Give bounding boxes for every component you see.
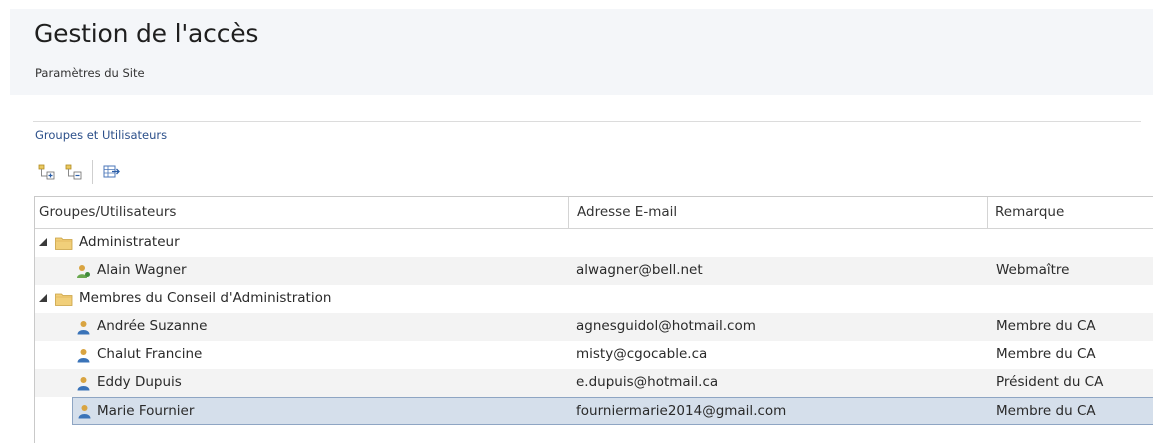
toolbar-separator — [92, 160, 93, 184]
section-divider — [33, 121, 1141, 122]
user-name: Eddy Dupuis — [97, 374, 182, 390]
group-name: Administrateur — [79, 234, 180, 250]
page-subtitle: Paramètres du Site — [35, 66, 145, 80]
user-remark: Membre du CA — [996, 346, 1096, 362]
users-groups-grid: Groupes/Utilisateurs Adresse E-mail Rema… — [34, 196, 1153, 443]
export-button[interactable] — [101, 161, 123, 183]
user-remark: Président du CA — [996, 374, 1104, 390]
expand-toggle-icon[interactable] — [39, 294, 47, 302]
admin-user-icon — [77, 265, 90, 278]
user-name: Alain Wagner — [97, 262, 187, 278]
folder-icon — [55, 293, 73, 306]
user-row[interactable]: Andrée Suzanne agnesguidol@hotmail.com M… — [35, 313, 1153, 341]
user-name: Andrée Suzanne — [97, 318, 208, 334]
page-title: Gestion de l'accès — [34, 19, 259, 48]
grid-toolbar — [36, 157, 128, 187]
user-email: fourniermarie2014@gmail.com — [576, 403, 787, 419]
group-name: Membres du Conseil d'Administration — [79, 290, 332, 306]
user-remark: Webmaître — [996, 262, 1070, 278]
expand-all-icon — [38, 164, 55, 180]
user-remark: Membre du CA — [996, 318, 1096, 334]
user-email: agnesguidol@hotmail.com — [576, 318, 756, 334]
user-row-selected[interactable]: Marie Fournier fourniermarie2014@gmail.c… — [72, 397, 1153, 425]
column-header-remark[interactable]: Remarque — [988, 197, 1153, 229]
user-icon — [77, 321, 90, 335]
group-row-membres-ca[interactable]: Membres du Conseil d'Administration — [35, 285, 1153, 313]
section-title: Groupes et Utilisateurs — [35, 128, 168, 142]
page-header: Gestion de l'accès Paramètres du Site — [10, 9, 1153, 95]
user-row[interactable]: Alain Wagner alwagner@bell.net Webmaître — [35, 257, 1153, 285]
group-row-administrateur[interactable]: Administrateur — [35, 229, 1153, 257]
user-row[interactable]: Chalut Francine misty@cgocable.ca Membre… — [35, 341, 1153, 369]
export-icon — [103, 165, 120, 178]
column-header-email[interactable]: Adresse E-mail — [569, 197, 988, 229]
column-header-groups-users[interactable]: Groupes/Utilisateurs — [35, 197, 569, 229]
expand-toggle-icon[interactable] — [39, 238, 47, 246]
user-row[interactable]: Eddy Dupuis e.dupuis@hotmail.ca Présiden… — [35, 369, 1153, 397]
user-icon — [78, 405, 91, 419]
user-email: misty@cgocable.ca — [576, 346, 708, 362]
user-email: alwagner@bell.net — [576, 262, 703, 278]
folder-icon — [55, 237, 73, 250]
expand-all-button[interactable] — [36, 161, 58, 183]
grid-header: Groupes/Utilisateurs Adresse E-mail Rema… — [35, 197, 1153, 229]
user-icon — [77, 349, 90, 363]
user-name: Marie Fournier — [97, 403, 195, 419]
user-remark: Membre du CA — [996, 403, 1096, 419]
user-icon — [77, 377, 90, 391]
collapse-all-button[interactable] — [63, 161, 85, 183]
user-email: e.dupuis@hotmail.ca — [576, 374, 719, 390]
collapse-all-icon — [65, 164, 82, 180]
user-name: Chalut Francine — [97, 346, 203, 362]
